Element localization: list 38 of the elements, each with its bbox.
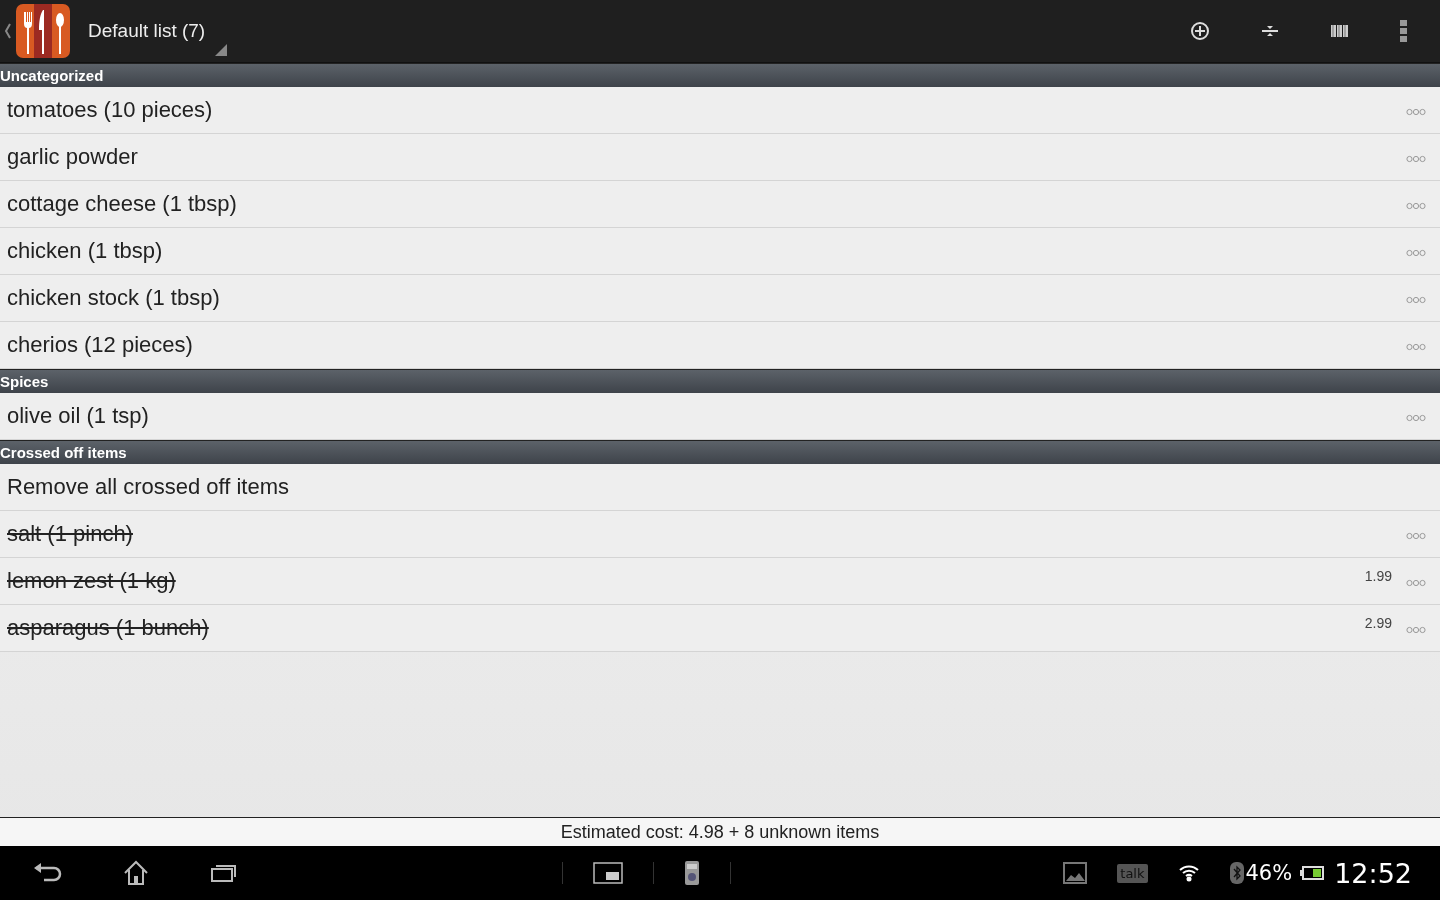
collapse-icon[interactable] <box>1260 23 1280 39</box>
media-player-icon[interactable] <box>684 860 701 886</box>
add-icon[interactable] <box>1190 21 1210 41</box>
item-label: lemon zest (1 kg) <box>7 568 177 594</box>
dropdown-corner-icon[interactable] <box>215 44 228 56</box>
window-icon[interactable] <box>593 862 624 884</box>
section-header: Uncategorized <box>0 63 1440 87</box>
section-header: Crossed off items <box>0 440 1440 464</box>
item-label: chicken stock (1 tbsp) <box>7 285 221 311</box>
barcode-icon[interactable] <box>1330 24 1350 38</box>
battery-icon <box>1300 866 1325 880</box>
bluetooth-icon <box>1229 862 1244 884</box>
list-item[interactable]: asparagus (1 bunch) 2.99 <box>0 605 1440 652</box>
item-label: olive oil (1 tsp) <box>7 403 150 429</box>
estimated-cost: Estimated cost: 4.98 + 8 unknown items <box>0 817 1440 846</box>
item-price: 2.99 <box>1364 615 1392 631</box>
list-item[interactable]: cottage cheese (1 tbsp) <box>0 181 1440 228</box>
item-label: salt (1 pinch) <box>7 521 134 547</box>
clock: 12:52 <box>1334 857 1412 889</box>
battery-percent: 46% <box>1245 861 1293 885</box>
back-icon[interactable] <box>32 862 62 884</box>
item-label: garlic powder <box>7 144 139 170</box>
item-label: chicken (1 tbsp) <box>7 238 164 264</box>
wifi-icon <box>1177 864 1200 882</box>
list-item[interactable]: tomatoes (10 pieces) <box>0 87 1440 134</box>
list-title[interactable]: Default list (7) <box>88 20 206 42</box>
talk-notification: talk <box>1117 863 1148 883</box>
list-item[interactable]: garlic powder <box>0 134 1440 181</box>
section-header: Spices <box>0 369 1440 393</box>
home-icon[interactable] <box>122 860 150 886</box>
image-icon <box>1063 862 1088 884</box>
item-label: tomatoes (10 pieces) <box>7 97 214 123</box>
overflow-menu-icon[interactable] <box>1400 20 1408 42</box>
item-label: cottage cheese (1 tbsp) <box>7 191 238 217</box>
item-price: 1.99 <box>1364 568 1392 584</box>
item-label: cherios (12 pieces) <box>7 332 194 358</box>
item-label: asparagus (1 bunch) <box>7 615 210 641</box>
recent-apps-icon[interactable] <box>210 863 238 883</box>
